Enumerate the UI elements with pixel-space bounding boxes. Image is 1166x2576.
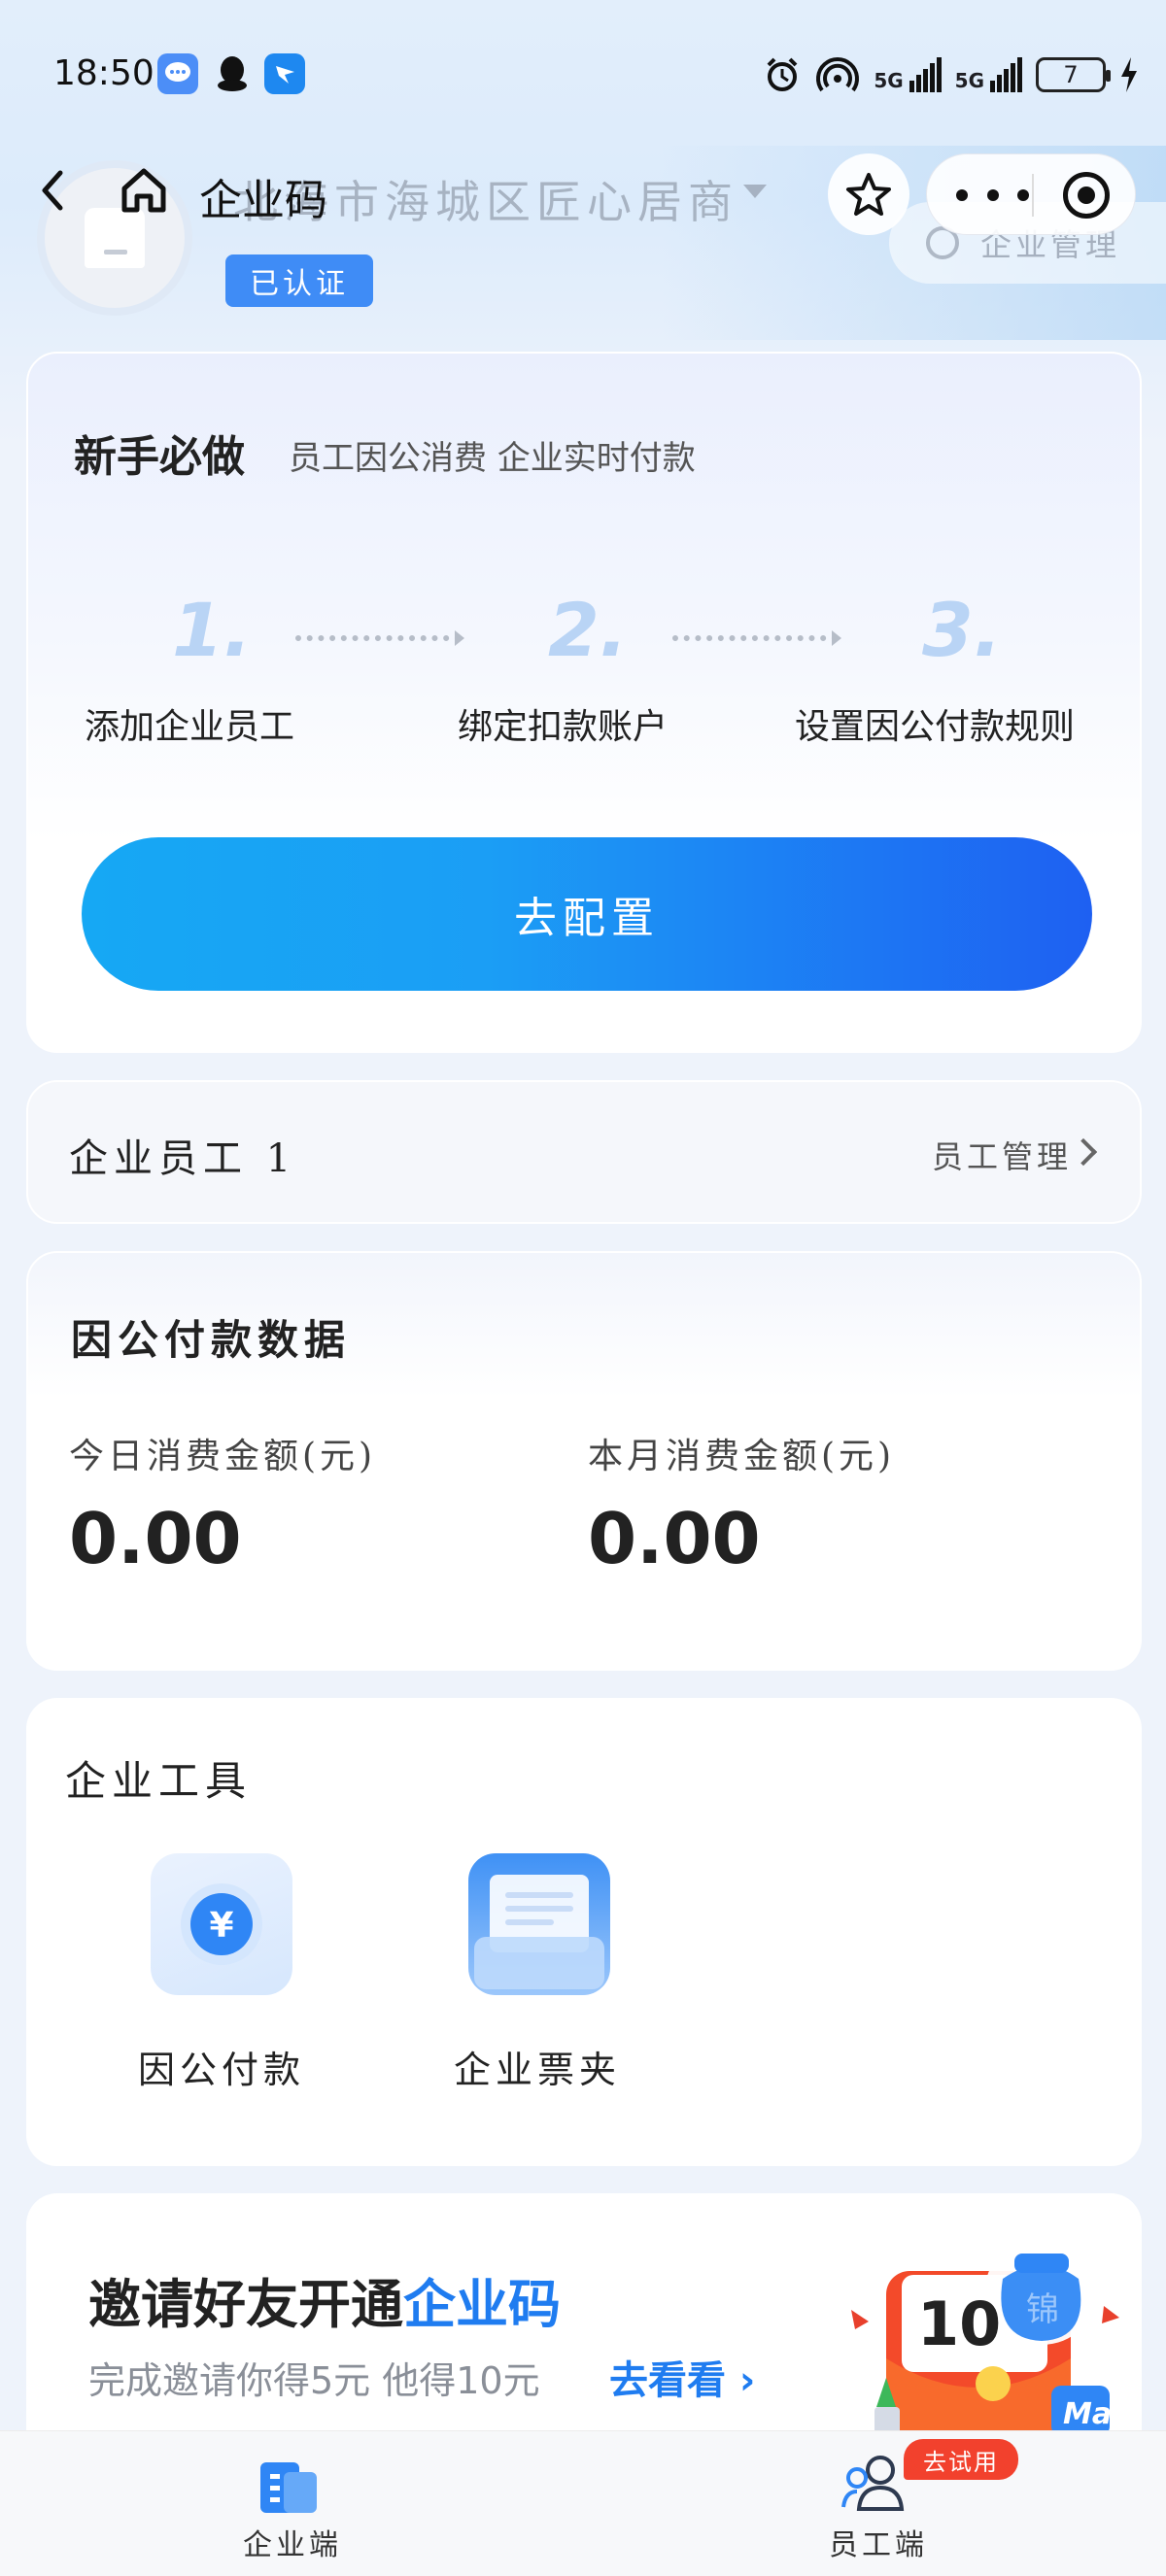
invite-title: 邀请好友开通企业码 xyxy=(88,2261,561,2338)
onboarding-card: 新手必做 员工因公消费 企业实时付款 1. 2. 3. 添加企业员工 绑定扣款账… xyxy=(26,352,1142,1053)
employee-count-label: 企业员工 1 xyxy=(69,1136,297,1181)
status-time: 18:50 xyxy=(53,53,154,93)
ticket-folder-icon[interactable] xyxy=(468,1853,610,1995)
tools-card: 企业工具 ¥ 因公付款 企业票夹 xyxy=(26,1698,1142,2166)
yuan-coin-icon[interactable]: ¥ xyxy=(151,1853,292,1995)
signal-strength-icon: 5G xyxy=(874,57,942,92)
favorite-button[interactable] xyxy=(828,153,909,235)
promo-badge: Ma xyxy=(1063,2397,1113,2431)
status-bar: 18:50 5G 5G 7 xyxy=(0,0,1166,146)
capsule-divider xyxy=(1032,174,1034,217)
month-spend-value: 0.00 xyxy=(588,1498,761,1579)
month-spend-label: 本月消费金额(元) xyxy=(588,1437,896,1476)
tab-enterprise[interactable] xyxy=(255,2449,323,2517)
employees-card[interactable]: 企业员工 1 员工管理 xyxy=(26,1080,1142,1224)
step-label: 绑定扣款账户 xyxy=(458,707,669,747)
battery-icon: 7 xyxy=(1036,57,1111,92)
more-options-icon[interactable] xyxy=(956,178,1029,213)
tool-label-invoice-folder[interactable]: 企业票夹 xyxy=(454,2040,621,2093)
home-icon[interactable] xyxy=(115,161,173,220)
tab-enterprise-label[interactable]: 企业端 xyxy=(243,2521,342,2563)
today-spend-label: 今日消费金额(元) xyxy=(69,1437,377,1476)
onboarding-subtitle: 员工因公消费 企业实时付款 xyxy=(289,439,696,478)
step-number: 1. xyxy=(172,587,252,673)
chevron-right-icon xyxy=(1069,1137,1098,1167)
invite-title-prefix: 邀请好友开通 xyxy=(88,2274,403,2335)
building-icon xyxy=(260,2462,317,2513)
qq-app-icon xyxy=(212,53,253,94)
tools-title: 企业工具 xyxy=(65,1757,253,1805)
step-number: 2. xyxy=(548,587,628,673)
tab-employee-label[interactable]: 员工端 xyxy=(829,2521,928,2563)
invite-view-link[interactable]: 去看看 › xyxy=(609,2349,755,2405)
payment-data-card: 因公付款数据 今日消费金额(元) 0.00 本月消费金额(元) 0.00 xyxy=(26,1251,1142,1671)
promo-illustration: 10 锦 Ma xyxy=(847,2232,1129,2456)
page-title: 企业码 xyxy=(199,176,327,225)
close-miniapp-icon[interactable] xyxy=(1063,172,1110,219)
invite-subtitle: 完成邀请你得5元 他得10元 xyxy=(88,2359,540,2402)
miniapp-capsule xyxy=(926,153,1136,235)
step-label: 设置因公付款规则 xyxy=(795,707,1076,747)
back-arrow-icon[interactable] xyxy=(27,163,82,218)
step-connector xyxy=(295,630,464,646)
message-app-icon xyxy=(157,53,198,94)
step-label: 添加企业员工 xyxy=(85,707,295,747)
employee-management-link[interactable]: 员工管理 xyxy=(932,1133,1072,1177)
bottom-tab-bar: 企业端 去试用 员工端 xyxy=(0,2430,1166,2576)
hotspot-icon xyxy=(816,57,860,92)
invite-title-highlight: 企业码 xyxy=(403,2274,561,2335)
svg-text:¥: ¥ xyxy=(209,1906,233,1946)
tool-label-business-payment[interactable]: 因公付款 xyxy=(138,2040,305,2093)
battery-level: 7 xyxy=(1063,61,1079,88)
today-spend-value: 0.00 xyxy=(69,1498,242,1579)
money-bag-icon: 锦 xyxy=(1026,2290,1059,2329)
dropdown-caret-icon xyxy=(743,185,767,198)
tab-employee[interactable] xyxy=(841,2451,909,2515)
users-icon xyxy=(841,2456,905,2511)
trial-badge: 去试用 xyxy=(904,2439,1018,2480)
signal-2-label: 5G xyxy=(954,69,984,92)
promo-number: 10 xyxy=(917,2288,1002,2359)
payment-data-title: 因公付款数据 xyxy=(71,1316,352,1364)
invite-link-label: 去看看 xyxy=(609,2358,726,2403)
step-number: 3. xyxy=(922,587,1002,673)
onboarding-title: 新手必做 xyxy=(74,432,245,482)
signal-1-label: 5G xyxy=(874,69,904,92)
step-connector xyxy=(672,630,841,646)
star-icon xyxy=(846,173,891,216)
status-right-icons: 5G 5G 7 xyxy=(763,51,1139,99)
dingtalk-app-icon xyxy=(264,53,305,94)
configure-button[interactable]: 去配置 xyxy=(82,837,1092,991)
alarm-icon xyxy=(767,57,798,91)
verified-badge: 已认证 xyxy=(225,254,373,307)
signal-strength-icon-2: 5G xyxy=(955,57,1022,92)
charging-icon xyxy=(1121,57,1137,92)
nav-bar: 北海市海城区匠心居商 企业码 xyxy=(0,146,1166,243)
